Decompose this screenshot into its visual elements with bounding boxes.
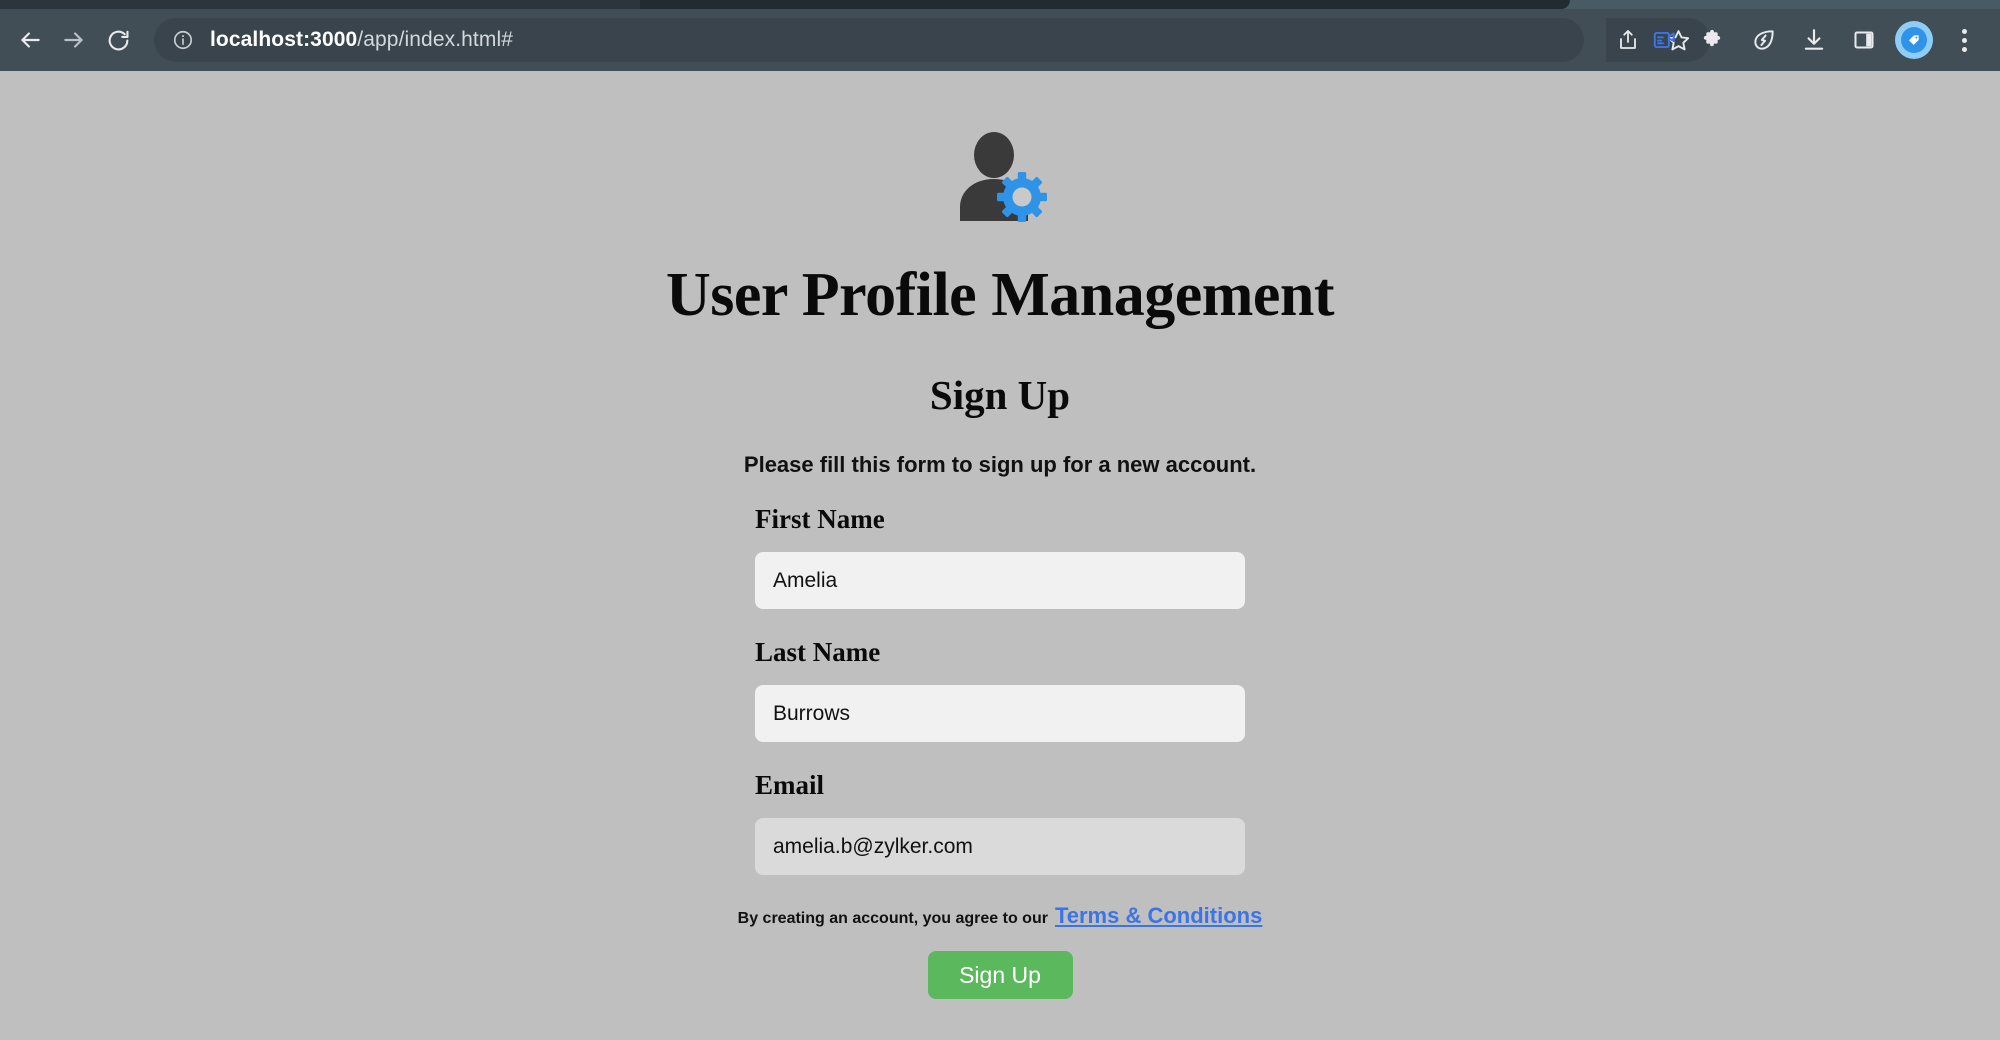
- tab-strip: [0, 0, 2000, 9]
- profile-avatar[interactable]: [1892, 18, 1936, 62]
- last-name-input[interactable]: [755, 685, 1245, 743]
- section-title: Sign Up: [929, 372, 1071, 419]
- avatar-inner-circle: [1901, 27, 1927, 53]
- page-viewport: User Profile Management Sign Up Please f…: [0, 71, 2000, 1040]
- avatar[interactable]: [1895, 21, 1933, 59]
- terms-row: By creating an account, you agree to our…: [738, 903, 1263, 929]
- field-group-first-name: First Name: [755, 504, 1245, 610]
- field-group-last-name: Last Name: [755, 637, 1245, 743]
- screencast-icon[interactable]: [1642, 18, 1686, 62]
- sign-up-button[interactable]: Sign Up: [927, 951, 1073, 1000]
- forward-arrow-icon: [64, 32, 83, 48]
- signup-form: First Name Last Name Email By creating a…: [738, 504, 1263, 1000]
- site-info-icon[interactable]: [172, 29, 194, 51]
- address-bar-text: localhost:3000/app/index.html#: [210, 28, 513, 52]
- kebab-dots: [1949, 22, 1979, 58]
- signup-page: User Profile Management Sign Up Please f…: [0, 71, 2000, 1000]
- back-button[interactable]: [8, 18, 52, 62]
- field-group-email: Email: [755, 770, 1245, 876]
- extensions-puzzle-icon[interactable]: [1692, 18, 1736, 62]
- browser-toolbar: localhost:3000/app/index.html#: [0, 9, 2000, 71]
- reload-button[interactable]: [96, 18, 140, 62]
- side-panel-icon[interactable]: [1842, 18, 1886, 62]
- terms-and-conditions-link[interactable]: Terms & Conditions: [1055, 903, 1262, 929]
- tab-strip-left-edge: [0, 0, 640, 9]
- forward-button[interactable]: [52, 18, 96, 62]
- address-host: localhost:3000: [210, 28, 358, 51]
- back-arrow-icon: [21, 32, 40, 48]
- email-label: Email: [755, 770, 825, 801]
- email-input[interactable]: [755, 818, 1245, 876]
- reload-icon: [108, 30, 129, 50]
- user-gear-icon: [950, 129, 1050, 225]
- memory-saver-leaf-icon[interactable]: [1742, 18, 1786, 62]
- section-subtitle: Please fill this form to sign up for a n…: [743, 452, 1257, 478]
- toolbar-actions: [1642, 9, 1986, 71]
- downloads-icon[interactable]: [1792, 18, 1836, 62]
- submit-row: Sign Up: [755, 951, 1245, 1000]
- chrome-menu-icon[interactable]: [1942, 18, 1986, 62]
- address-bar[interactable]: localhost:3000/app/index.html#: [154, 18, 1584, 62]
- tag-icon: [1909, 35, 1919, 45]
- page-title: User Profile Management: [665, 261, 1335, 329]
- browser-window: localhost:3000/app/index.html# User Prof…: [0, 0, 2000, 1040]
- first-name-label: First Name: [755, 504, 885, 535]
- last-name-label: Last Name: [755, 637, 881, 668]
- terms-prefix-text: By creating an account, you agree to our: [737, 910, 1048, 928]
- address-path: /app/index.html#: [357, 28, 513, 51]
- first-name-input[interactable]: [755, 552, 1245, 610]
